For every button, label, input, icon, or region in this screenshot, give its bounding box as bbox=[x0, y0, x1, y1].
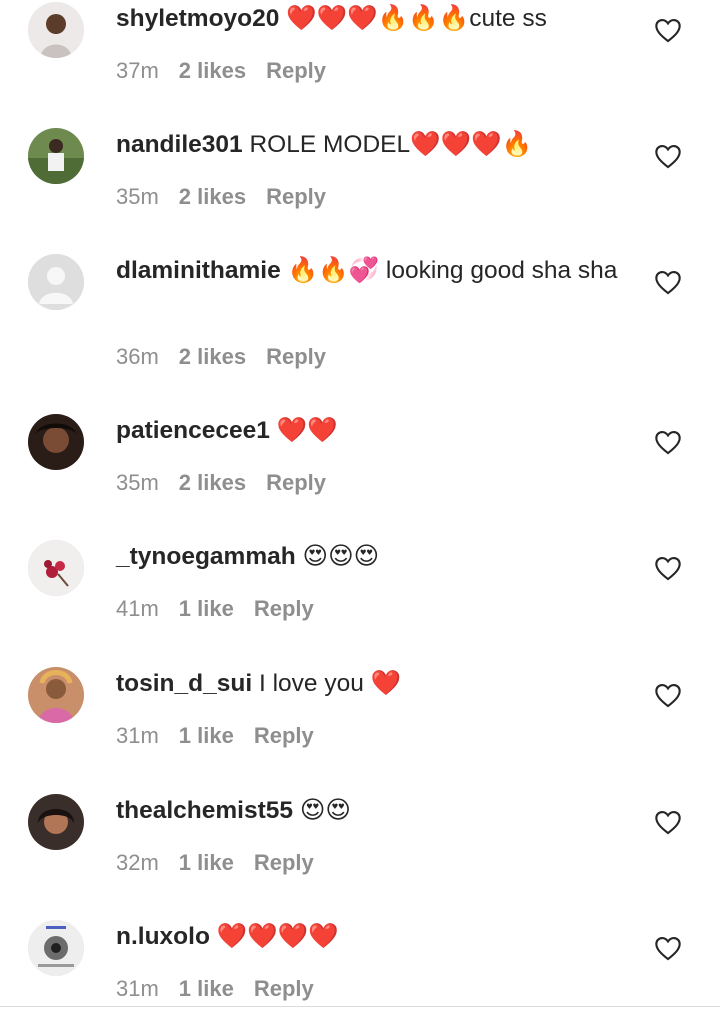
heart-outline-icon[interactable] bbox=[654, 269, 682, 295]
comment-time: 32m bbox=[116, 850, 159, 875]
comment-likes[interactable]: 2 likes bbox=[179, 184, 246, 210]
avatar[interactable] bbox=[28, 920, 84, 976]
comment-message: ROLE MODEL❤️❤️❤️🔥 bbox=[249, 131, 533, 158]
comment-username[interactable]: thealchemist55 bbox=[116, 797, 293, 824]
heart-outline-icon[interactable] bbox=[654, 143, 682, 169]
comment-message: ❤️❤️ bbox=[276, 417, 338, 444]
comment-time: 31m bbox=[116, 723, 159, 748]
reply-button[interactable]: Reply bbox=[254, 723, 314, 749]
comment-likes[interactable]: 2 likes bbox=[179, 470, 246, 496]
heart-outline-icon[interactable] bbox=[654, 429, 682, 455]
comments-list: shyletmoyo20 ❤️❤️❤️🔥🔥🔥cute ss 37m 2 likes… bbox=[0, 0, 720, 1012]
comment-meta: 41m 1 like Reply bbox=[116, 596, 334, 622]
comment-text: patiencecee1 ❤️❤️ bbox=[116, 414, 636, 448]
heart-outline-icon[interactable] bbox=[654, 682, 682, 708]
comment-meta: 31m 1 like Reply bbox=[116, 723, 334, 749]
comment-username[interactable]: shyletmoyo20 bbox=[116, 5, 279, 32]
heart-outline-icon[interactable] bbox=[654, 809, 682, 835]
comment-text: dlaminithamie 🔥🔥💞 looking good sha sha bbox=[116, 254, 636, 288]
comment-username[interactable]: tosin_d_sui bbox=[116, 670, 252, 697]
comment-likes[interactable]: 2 likes bbox=[179, 58, 246, 84]
comment-meta: 37m 2 likes Reply bbox=[116, 58, 346, 84]
comment-username[interactable]: n.luxolo bbox=[116, 923, 210, 950]
reply-button[interactable]: Reply bbox=[266, 184, 326, 210]
comment-username[interactable]: nandile301 bbox=[116, 131, 243, 158]
reply-button[interactable]: Reply bbox=[254, 850, 314, 876]
comment-message: 😍😍 bbox=[299, 797, 351, 824]
comment-text: shyletmoyo20 ❤️❤️❤️🔥🔥🔥cute ss bbox=[116, 2, 636, 36]
comment-meta: 32m 1 like Reply bbox=[116, 850, 334, 876]
avatar[interactable] bbox=[28, 794, 84, 850]
comment-meta: 35m 2 likes Reply bbox=[116, 470, 346, 496]
comment-time: 41m bbox=[116, 596, 159, 621]
heart-outline-icon[interactable] bbox=[654, 935, 682, 961]
avatar[interactable] bbox=[28, 2, 84, 58]
comment-text: nandile301 ROLE MODEL❤️❤️❤️🔥 bbox=[116, 128, 636, 162]
avatar[interactable] bbox=[28, 414, 84, 470]
comment-message: I love you ❤️ bbox=[258, 670, 402, 697]
comment-time: 35m bbox=[116, 184, 159, 209]
comment-time: 35m bbox=[116, 470, 159, 495]
comment-text: tosin_d_sui I love you ❤️ bbox=[116, 667, 636, 701]
heart-outline-icon[interactable] bbox=[654, 555, 682, 581]
comment-message: 🔥🔥💞 looking good sha sha bbox=[287, 257, 618, 284]
comment-likes[interactable]: 1 like bbox=[179, 723, 234, 749]
avatar[interactable] bbox=[28, 540, 84, 596]
avatar[interactable] bbox=[28, 128, 84, 184]
comment-username[interactable]: patiencecee1 bbox=[116, 417, 270, 444]
comment-text: n.luxolo ❤️❤️❤️❤️ bbox=[116, 920, 636, 954]
reply-button[interactable]: Reply bbox=[254, 596, 314, 622]
comment-message: ❤️❤️❤️🔥🔥🔥cute ss bbox=[286, 5, 547, 32]
avatar[interactable] bbox=[28, 254, 84, 310]
comment-meta: 36m 2 likes Reply bbox=[116, 344, 346, 370]
comment-likes[interactable]: 1 like bbox=[179, 976, 234, 1002]
comment-username[interactable]: _tynoegammah bbox=[116, 543, 296, 570]
reply-button[interactable]: Reply bbox=[266, 58, 326, 84]
comment-text: thealchemist55 😍😍 bbox=[116, 794, 636, 828]
comment-meta: 31m 1 like Reply bbox=[116, 976, 334, 1002]
reply-button[interactable]: Reply bbox=[266, 470, 326, 496]
comment-text: _tynoegammah 😍😍😍 bbox=[116, 540, 636, 574]
reply-button[interactable]: Reply bbox=[266, 344, 326, 370]
bottom-divider bbox=[0, 1006, 720, 1007]
comment-time: 31m bbox=[116, 976, 159, 1001]
comment-time: 36m bbox=[116, 344, 159, 369]
heart-outline-icon[interactable] bbox=[654, 17, 682, 43]
comment-likes[interactable]: 1 like bbox=[179, 850, 234, 876]
avatar[interactable] bbox=[28, 667, 84, 723]
comment-message: 😍😍😍 bbox=[302, 543, 380, 570]
comment-likes[interactable]: 1 like bbox=[179, 596, 234, 622]
comment-message: ❤️❤️❤️❤️ bbox=[216, 923, 339, 950]
comment-time: 37m bbox=[116, 58, 159, 83]
comment-likes[interactable]: 2 likes bbox=[179, 344, 246, 370]
reply-button[interactable]: Reply bbox=[254, 976, 314, 1002]
comment-username[interactable]: dlaminithamie bbox=[116, 257, 281, 284]
comment-meta: 35m 2 likes Reply bbox=[116, 184, 346, 210]
